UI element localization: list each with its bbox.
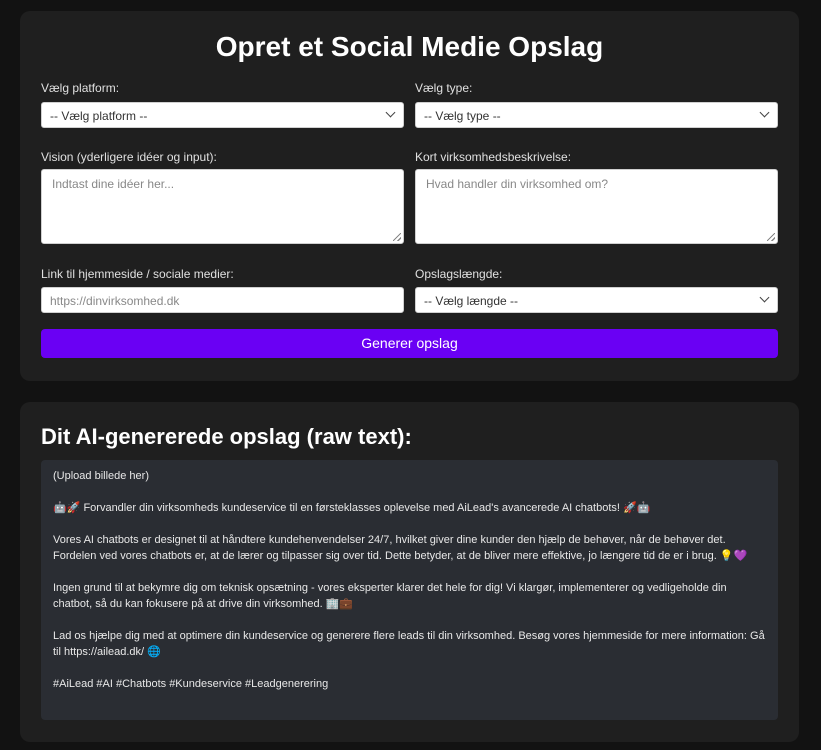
platform-select[interactable]: -- Vælg platform -- [41,102,404,128]
post-paragraph: (Upload billede her) [53,470,149,482]
generated-post-text: (Upload billede her) 🤖🚀 Forvandler din v… [41,460,778,720]
post-paragraph: 🤖🚀 Forvandler din virksomheds kundeservi… [53,502,651,514]
length-select[interactable]: -- Vælg længde -- [415,287,778,313]
length-label: Opslagslængde: [415,267,503,281]
vision-label: Vision (yderligere idéer og input): [41,150,217,164]
post-paragraph: Ingen grund til at bekymre dig om teknis… [53,582,730,610]
vision-placeholder: Indtast dine idéer her... [52,177,175,191]
description-textarea[interactable]: Hvad handler din virksomhed om? [415,169,778,244]
chevron-down-icon [759,107,770,118]
post-form-card: Opret et Social Medie Opslag Vælg platfo… [20,11,799,381]
chevron-down-icon [385,107,396,118]
vision-textarea[interactable]: Indtast dine idéer her... [41,169,404,244]
output-title: Dit AI-genererede opslag (raw text): [41,424,412,449]
platform-label: Vælg platform: [41,81,120,95]
link-placeholder: https://dinvirksomhed.dk [50,294,180,308]
post-paragraph: Vores AI chatbots er designet til at hån… [53,534,748,562]
post-hashtags: #AiLead #AI #Chatbots #Kundeservice #Lea… [53,678,329,690]
platform-select-value: -- Vælg platform -- [50,109,148,123]
post-paragraph: Lad os hjælpe dig med at optimere din ku… [53,630,768,658]
description-label: Kort virksomhedsbeskrivelse: [415,150,572,164]
length-select-value: -- Vælg længde -- [424,294,519,308]
resize-handle-icon[interactable] [393,233,401,241]
type-label: Vælg type: [415,81,473,95]
type-select-value: -- Vælg type -- [424,109,501,123]
link-label: Link til hjemmeside / sociale medier: [41,267,234,281]
link-input[interactable]: https://dinvirksomhed.dk [41,287,404,313]
type-select[interactable]: -- Vælg type -- [415,102,778,128]
resize-handle-icon[interactable] [767,233,775,241]
generate-button[interactable]: Generer opslag [41,329,778,358]
description-placeholder: Hvad handler din virksomhed om? [426,177,609,191]
chevron-down-icon [759,292,770,303]
output-card: Dit AI-genererede opslag (raw text): (Up… [20,402,799,742]
form-title: Opret et Social Medie Opslag [215,31,604,62]
